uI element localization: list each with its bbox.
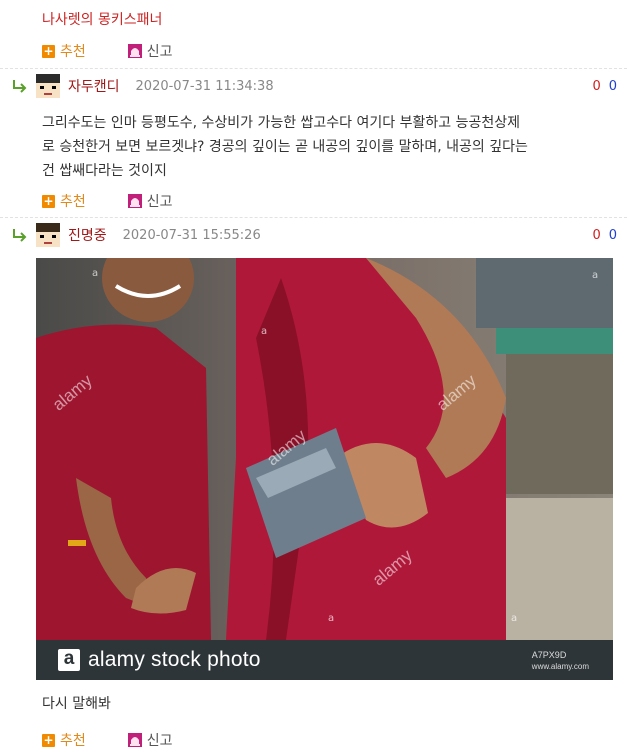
plus-icon: + xyxy=(42,732,55,747)
comment-body: 그리수도는 인마 등평도수, 수상비가 가능한 쌉고수다 여기다 부활하고 능공… xyxy=(42,111,528,183)
report-button[interactable]: 신고 xyxy=(127,191,173,211)
plus-icon: + xyxy=(42,43,55,58)
comment-date: 2020-07-31 11:34:38 xyxy=(135,78,274,94)
comment-actions: + 추천 신고 xyxy=(42,41,173,61)
recommend-label: 추천 xyxy=(60,44,86,60)
reply-header: 진명중 2020-07-31 15:55:26 00 xyxy=(12,223,617,247)
vote-counts: 00 xyxy=(592,228,617,243)
image-id: A7PX9D xyxy=(531,649,567,660)
report-label: 신고 xyxy=(146,44,173,60)
vote-up-count: 0 xyxy=(592,78,601,94)
reply-arrow-icon xyxy=(13,229,27,242)
divider xyxy=(0,68,627,69)
watermark-letter: a xyxy=(261,326,268,337)
watermark-letter: a xyxy=(92,268,99,279)
report-button[interactable]: 신고 xyxy=(127,730,173,750)
comment-line: 그리수도는 인마 등평도수, 수상비가 가능한 쌉고수다 여기다 부활하고 능공… xyxy=(42,115,520,131)
siren-icon xyxy=(127,733,142,747)
watermark-letter: a xyxy=(328,613,335,624)
stock-photo-label: alamy stock photo xyxy=(88,648,261,671)
alamy-logo-icon: a xyxy=(58,649,80,671)
comment-date: 2020-07-31 15:55:26 xyxy=(122,227,261,243)
watermark-letter: a xyxy=(592,270,599,281)
image-site: www.alamy.com xyxy=(531,661,589,671)
siren-icon xyxy=(127,194,142,208)
siren-icon xyxy=(127,44,142,58)
comment-line: 건 쌉쌔다라는 것이지 xyxy=(42,163,167,179)
reply-arrow-icon xyxy=(13,80,27,93)
watermark-letter: a xyxy=(511,613,518,624)
plus-icon: + xyxy=(42,193,55,208)
comment-line: 로 승천한거 보면 보르겟냐? 경공의 깊이는 곧 내공의 깊이를 말하며, 내… xyxy=(42,139,528,155)
comment-body: 다시 말해봐 xyxy=(42,696,111,712)
comment-text: 나사렛의 몽키스패너 xyxy=(42,12,163,28)
vote-down-count: 0 xyxy=(608,78,617,94)
divider xyxy=(0,217,627,218)
recommend-button[interactable]: + 추천 xyxy=(42,191,86,211)
avatar[interactable] xyxy=(36,223,60,247)
photo-scene xyxy=(36,258,613,680)
vote-counts: 00 xyxy=(592,79,617,94)
comment-actions: + 추천 신고 xyxy=(42,730,173,750)
recommend-label: 추천 xyxy=(60,733,86,749)
vote-down-count: 0 xyxy=(608,227,617,243)
reply-header: 자두캔디 2020-07-31 11:34:38 00 xyxy=(12,74,617,98)
recommend-button[interactable]: + 추천 xyxy=(42,730,86,750)
recommend-button[interactable]: + 추천 xyxy=(42,41,86,61)
report-label: 신고 xyxy=(146,733,173,749)
report-label: 신고 xyxy=(146,194,173,210)
report-button[interactable]: 신고 xyxy=(127,41,173,61)
vote-up-count: 0 xyxy=(592,227,601,243)
recommend-label: 추천 xyxy=(60,194,86,210)
nickname[interactable]: 진명중 xyxy=(68,225,107,245)
nickname[interactable]: 자두캔디 xyxy=(68,76,120,96)
comment-actions: + 추천 신고 xyxy=(42,191,173,211)
avatar[interactable] xyxy=(36,74,60,98)
stock-photo-bar: a alamy stock photo A7PX9D www.alamy.com xyxy=(36,640,613,680)
image-code: A7PX9D www.alamy.com xyxy=(532,650,589,671)
comment-photo[interactable]: alamy alamy alamy alamy a a a a a a alam… xyxy=(36,258,613,680)
